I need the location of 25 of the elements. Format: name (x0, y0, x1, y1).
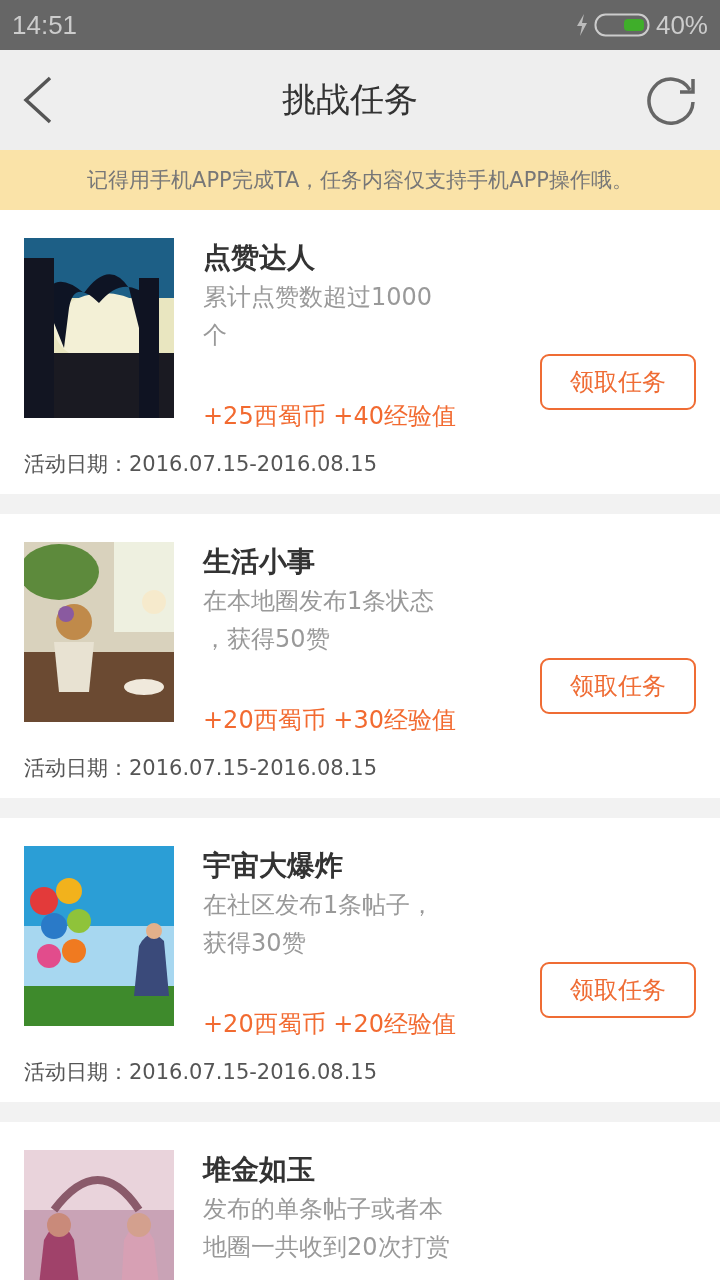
task-title: 点赞达人 (203, 240, 316, 276)
page-title: 挑战任务 (282, 78, 418, 121)
task-description: 在本地圈发布1条状态 ，获得50赞 (203, 586, 436, 655)
task-date: 活动日期：2016.07.15-2016.08.15 (24, 451, 379, 478)
battery-icon (593, 13, 650, 37)
refresh-icon[interactable] (646, 75, 698, 125)
task-description: 发布的单条帖子或者本 地圈一共收到20次打赏 (203, 1194, 451, 1263)
task-description: 在社区发布1条帖子， 获得30赞 (203, 890, 436, 959)
back-icon[interactable] (22, 75, 54, 125)
task-title: 宇宙大爆炸 (203, 848, 344, 884)
task-date: 活动日期：2016.07.15-2016.08.15 (24, 755, 379, 782)
battery-percent: 40% (655, 9, 708, 41)
task-reward: +25西蜀币 +40经验值 (203, 401, 456, 432)
notice-banner: 记得用手机APP完成TA，任务内容仅支持手机APP操作哦。 (0, 150, 720, 210)
task-title: 生活小事 (203, 544, 316, 580)
task-description: 累计点赞数超过1000 个 (203, 282, 434, 351)
task-reward: +20西蜀币 +30经验值 (203, 705, 456, 736)
task-date: 活动日期：2016.07.15-2016.08.15 (24, 1059, 379, 1086)
claim-task-button[interactable]: 领取任务 (540, 962, 696, 1018)
charging-icon (575, 14, 588, 36)
task-title: 堆金如玉 (203, 1152, 316, 1188)
claim-task-button[interactable]: 领取任务 (540, 354, 696, 410)
status-time: 14:51 (12, 9, 78, 41)
claim-task-button[interactable]: 领取任务 (540, 658, 696, 714)
task-reward: +20西蜀币 +20经验值 (203, 1009, 456, 1040)
